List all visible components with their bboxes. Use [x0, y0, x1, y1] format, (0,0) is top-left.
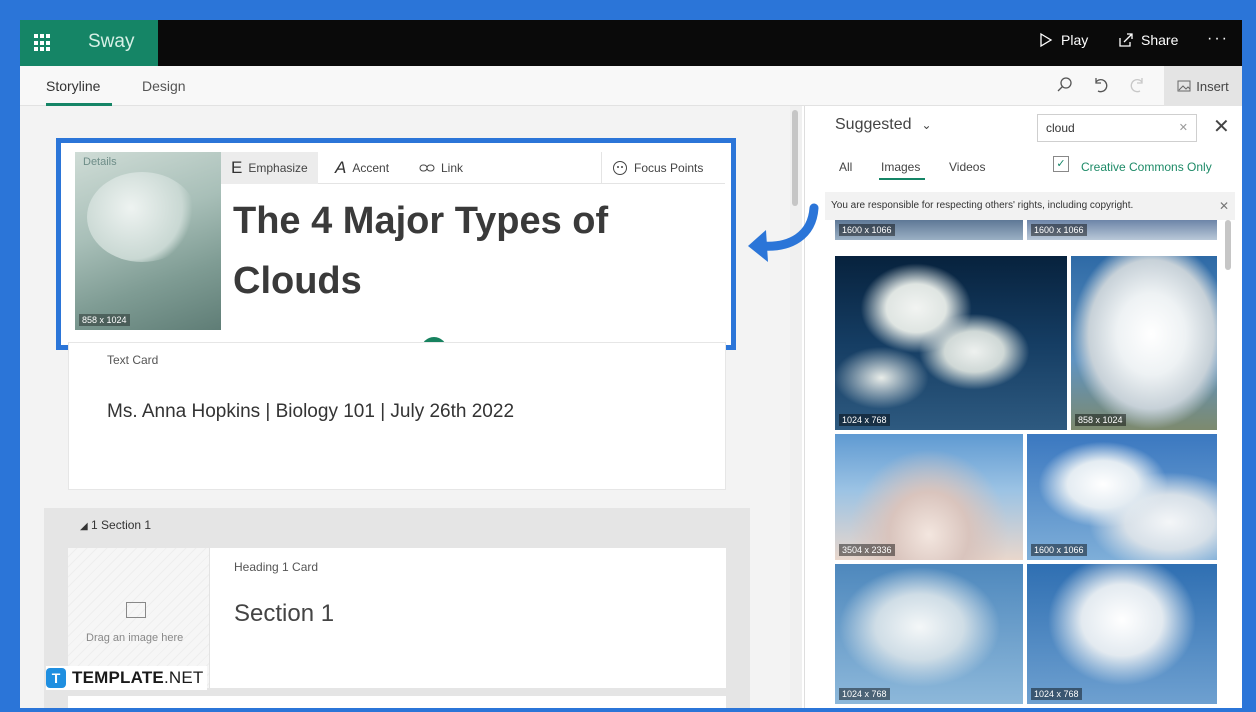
play-label: Play [1061, 32, 1089, 48]
share-label: Share [1141, 32, 1179, 48]
insert-button[interactable]: Insert [1164, 66, 1242, 106]
play-icon [1040, 32, 1053, 48]
filter-all[interactable]: All [839, 160, 852, 174]
heading-card-text[interactable]: Section 1 [234, 600, 334, 628]
title-card-image[interactable]: Details 858 x 1024 [75, 152, 221, 330]
sway-window: Sway Play Share ··· Storyline Design Ins… [20, 20, 1242, 708]
share-button[interactable]: Share [1118, 32, 1178, 48]
storyline-scrollbar-thumb[interactable] [792, 110, 798, 206]
tab-design[interactable]: Design [142, 78, 186, 94]
cloud-image-shape [87, 172, 197, 262]
image-dimensions: 1600 x 1066 [1031, 544, 1087, 556]
tab-storyline[interactable]: Storyline [46, 78, 100, 94]
card-title[interactable]: The 4 Major Types of Clouds [233, 191, 703, 311]
image-result[interactable]: 1024 x 768 [835, 256, 1067, 430]
image-result[interactable]: 3504 x 2336 [835, 434, 1023, 560]
creative-commons-checkbox[interactable]: ✓ [1053, 156, 1069, 172]
app-launcher-icon[interactable] [34, 34, 52, 52]
image-result[interactable]: 1600 x 1066 [1027, 220, 1217, 240]
link-button[interactable]: Link [409, 152, 473, 184]
filter-images[interactable]: Images [881, 160, 920, 174]
watermark-name-bold: TEMPLATE [72, 668, 164, 687]
search-input[interactable]: cloud ✕ [1037, 114, 1197, 142]
insert-pane-scrollbar-thumb[interactable] [1225, 220, 1231, 270]
app-name: Sway [88, 31, 135, 52]
top-bar: Sway Play Share ··· [20, 20, 1242, 66]
active-filter-indicator [879, 178, 925, 180]
image-result[interactable]: 1024 x 768 [1027, 564, 1217, 704]
text-card-body[interactable]: Ms. Anna Hopkins | Biology 101 | July 26… [107, 401, 514, 423]
link-icon [419, 164, 435, 172]
insert-label: Insert [1196, 78, 1229, 94]
search-input-value: cloud [1046, 121, 1075, 135]
image-result[interactable]: 1024 x 768 [835, 564, 1023, 704]
more-options-button[interactable]: ··· [1207, 30, 1229, 48]
insert-image-icon [1177, 80, 1191, 92]
image-drop-text: Drag an image here [86, 632, 184, 644]
clear-search-icon[interactable]: ✕ [1179, 121, 1188, 134]
image-placeholder-icon [126, 602, 146, 618]
creative-commons-label[interactable]: Creative Commons Only [1081, 160, 1212, 174]
focus-points-button[interactable]: Focus Points [601, 152, 713, 184]
image-result[interactable]: 858 x 1024 [1071, 256, 1217, 430]
focus-points-icon [613, 161, 627, 175]
play-button[interactable]: Play [1038, 32, 1088, 48]
filter-videos[interactable]: Videos [949, 160, 985, 174]
section-header[interactable]: ◢ 1 Section 1 [80, 518, 151, 532]
emphasize-label: Emphasize [248, 161, 308, 175]
image-dimensions: 1024 x 768 [839, 414, 890, 426]
accent-button[interactable]: A Accent [325, 152, 399, 184]
text-card[interactable]: Text Card Ms. Anna Hopkins | Biology 101… [68, 342, 726, 490]
heading-card-label: Heading 1 Card [234, 560, 319, 574]
watermark-text: TEMPLATE.NET [72, 668, 203, 688]
tab-bar: Storyline Design [20, 66, 1242, 106]
redo-icon[interactable] [1128, 76, 1146, 94]
image-dimensions: 1600 x 1066 [1031, 224, 1087, 236]
emphasize-icon: E [231, 158, 243, 177]
copyright-notice-text: You are responsible for respecting other… [831, 200, 1134, 211]
emphasize-button[interactable]: E Emphasize [221, 152, 318, 184]
image-dimensions: 3504 x 2336 [839, 544, 895, 556]
undo-icon[interactable] [1092, 76, 1110, 94]
image-dimensions: 1600 x 1066 [839, 224, 895, 236]
share-icon [1119, 33, 1133, 47]
curved-arrow-icon [748, 203, 819, 262]
card-toolbar: E Emphasize A Accent Link Focus Points [221, 152, 725, 184]
section-header-label: 1 Section 1 [91, 518, 152, 532]
source-dropdown[interactable]: Suggested ⌄ [835, 116, 932, 134]
focus-points-label: Focus Points [634, 161, 704, 175]
copyright-notice: You are responsible for respecting other… [825, 192, 1235, 220]
accent-icon: A [335, 158, 347, 177]
template-logo-icon: T [46, 668, 66, 688]
collapse-triangle-icon[interactable]: ◢ [80, 521, 88, 532]
link-label: Link [441, 161, 464, 175]
brand-area: Sway [20, 20, 158, 66]
search-icon[interactable] [1056, 76, 1074, 94]
chevron-down-icon: ⌄ [921, 118, 932, 132]
image-dimensions: 1024 x 768 [1031, 688, 1082, 700]
insert-pane: Suggested ⌄ cloud ✕ ✕ All Images Videos … [804, 106, 1242, 708]
dismiss-notice-icon[interactable]: ✕ [1219, 199, 1229, 213]
image-dimensions: 858 x 1024 [1075, 414, 1126, 426]
image-dimensions: 1024 x 768 [839, 688, 890, 700]
accent-label: Accent [352, 161, 390, 175]
details-toggle[interactable]: Details [83, 156, 117, 168]
close-icon[interactable]: ✕ [1213, 114, 1230, 139]
watermark-name-light: .NET [163, 668, 204, 687]
next-card-edge [68, 696, 726, 708]
image-result[interactable]: 1600 x 1066 [835, 220, 1023, 240]
text-card-label: Text Card [107, 353, 159, 367]
title-card[interactable]: Details 858 x 1024 E Emphasize A Accent … [56, 138, 736, 363]
source-dropdown-label: Suggested [835, 116, 912, 133]
image-result[interactable]: 1600 x 1066 [1027, 434, 1217, 560]
template-watermark: T TEMPLATE.NET [46, 666, 208, 690]
image-dimensions: 858 x 1024 [79, 314, 130, 326]
